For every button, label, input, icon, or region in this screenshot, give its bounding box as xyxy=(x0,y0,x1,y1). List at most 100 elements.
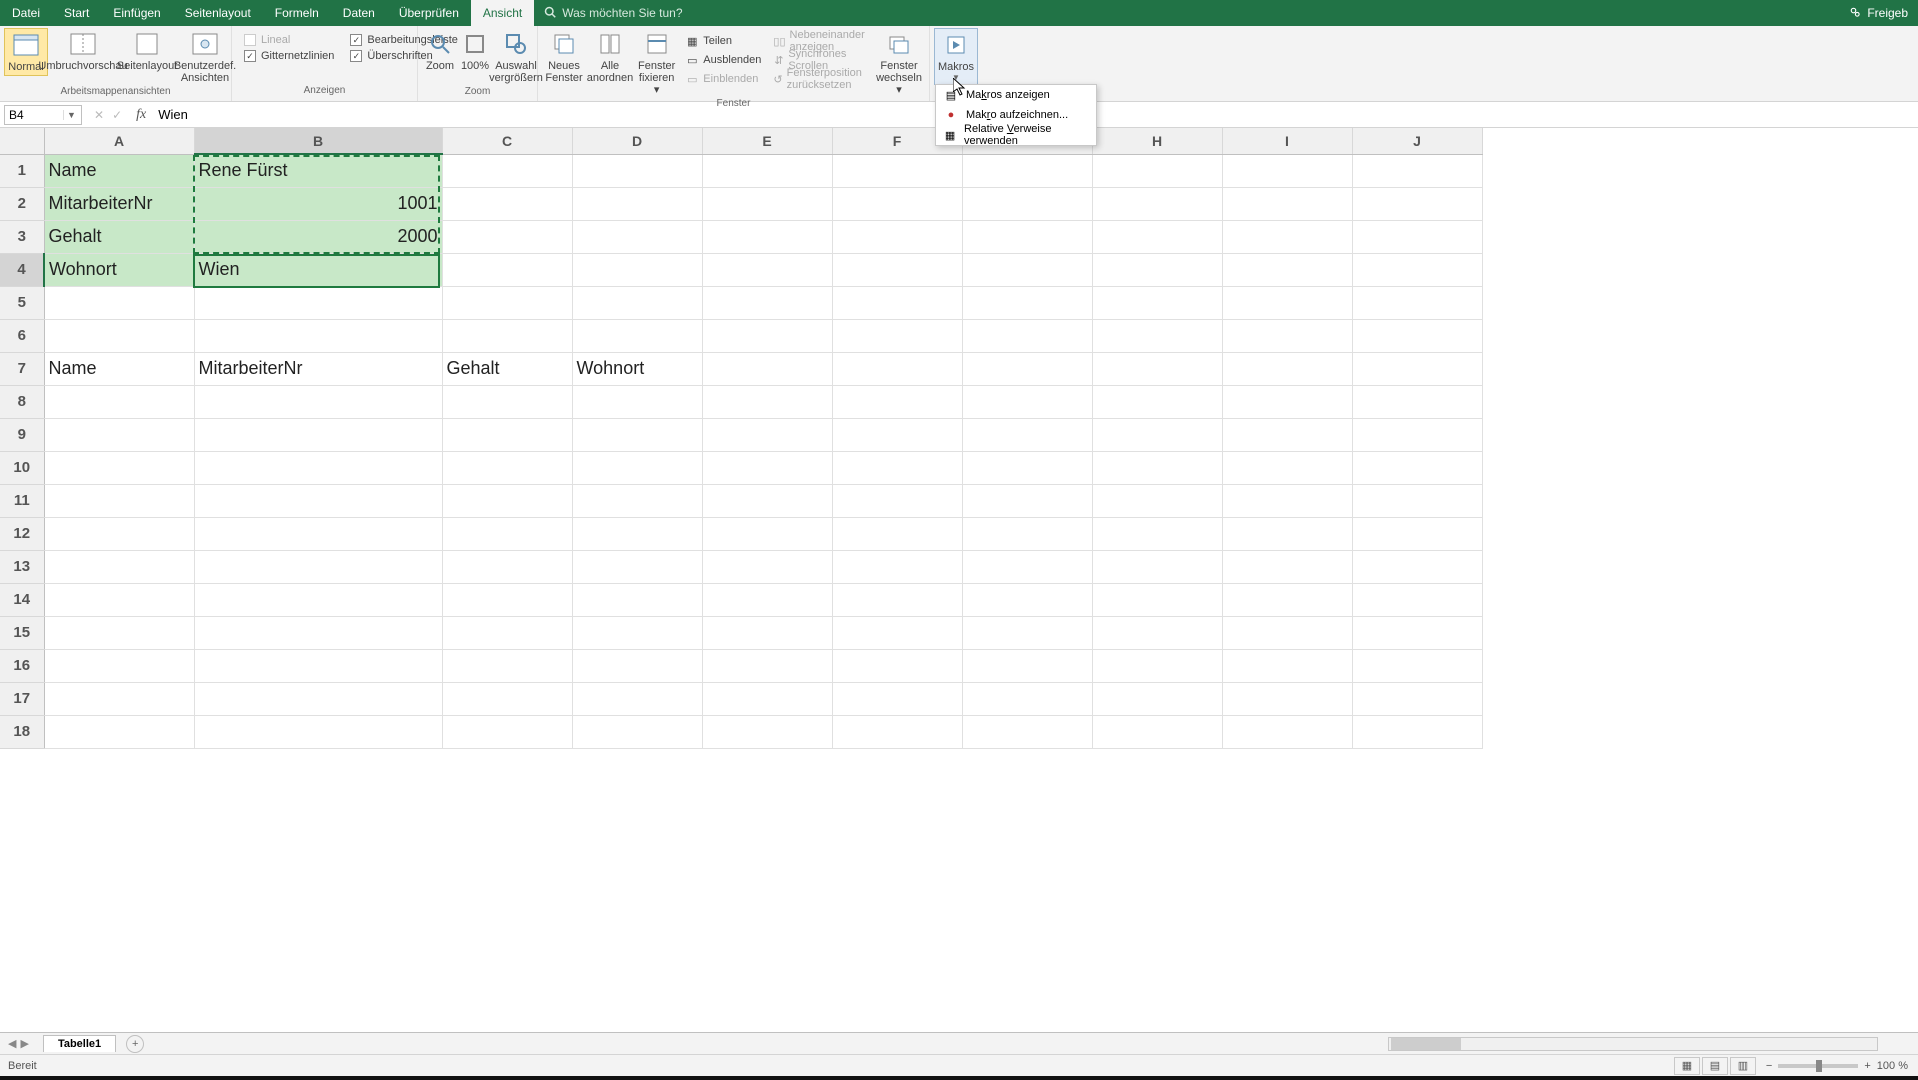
name-box-dropdown[interactable]: ▼ xyxy=(63,110,79,120)
cell-C9[interactable] xyxy=(442,418,572,451)
cell-C11[interactable] xyxy=(442,484,572,517)
cell-I17[interactable] xyxy=(1222,682,1352,715)
custom-views-button[interactable]: Benutzerdef. Ansichten xyxy=(176,28,234,86)
cell-B10[interactable] xyxy=(194,451,442,484)
cell-D8[interactable] xyxy=(572,385,702,418)
cell-E4[interactable] xyxy=(702,253,832,286)
zoom-out-button[interactable]: − xyxy=(1766,1060,1772,1072)
cell-B7[interactable]: MitarbeiterNr xyxy=(194,352,442,385)
row-header-14[interactable]: 14 xyxy=(0,583,44,616)
cell-I15[interactable] xyxy=(1222,616,1352,649)
cell-B1[interactable]: Rene Fürst xyxy=(194,154,442,187)
cell-A8[interactable] xyxy=(44,385,194,418)
cell-C13[interactable] xyxy=(442,550,572,583)
tab-datei[interactable]: Datei xyxy=(0,0,52,26)
scrollbar-track[interactable] xyxy=(1388,1037,1878,1051)
cell-D17[interactable] xyxy=(572,682,702,715)
scrollbar-thumb[interactable] xyxy=(1391,1038,1461,1050)
cell-B18[interactable] xyxy=(194,715,442,748)
cell-F5[interactable] xyxy=(832,286,962,319)
cell-D1[interactable] xyxy=(572,154,702,187)
zoom-button[interactable]: Zoom xyxy=(422,28,458,74)
view-pagelayout-button[interactable]: ▤ xyxy=(1702,1057,1728,1075)
row-header-12[interactable]: 12 xyxy=(0,517,44,550)
cell-H14[interactable] xyxy=(1092,583,1222,616)
cell-E7[interactable] xyxy=(702,352,832,385)
cell-F2[interactable] xyxy=(832,187,962,220)
tab-start[interactable]: Start xyxy=(52,0,101,26)
cell-G18[interactable] xyxy=(962,715,1092,748)
fx-icon[interactable]: fx xyxy=(130,107,152,123)
cell-J3[interactable] xyxy=(1352,220,1482,253)
name-box[interactable]: ▼ xyxy=(4,105,82,125)
cell-I2[interactable] xyxy=(1222,187,1352,220)
row-header-18[interactable]: 18 xyxy=(0,715,44,748)
row-header-2[interactable]: 2 xyxy=(0,187,44,220)
tab-ueberpruefen[interactable]: Überprüfen xyxy=(387,0,471,26)
name-box-input[interactable] xyxy=(5,108,63,122)
cell-E16[interactable] xyxy=(702,649,832,682)
row-header-13[interactable]: 13 xyxy=(0,550,44,583)
cell-I10[interactable] xyxy=(1222,451,1352,484)
gridlines-checkbox[interactable]: ✓Gitternetzlinien xyxy=(244,50,334,62)
cell-H1[interactable] xyxy=(1092,154,1222,187)
cell-I16[interactable] xyxy=(1222,649,1352,682)
cell-H3[interactable] xyxy=(1092,220,1222,253)
col-header-J[interactable]: J xyxy=(1352,128,1482,154)
zoom-selection-button[interactable]: Auswahl vergrößern xyxy=(492,28,540,86)
cell-E5[interactable] xyxy=(702,286,832,319)
cell-G13[interactable] xyxy=(962,550,1092,583)
enter-formula-button[interactable]: ✓ xyxy=(112,108,122,122)
cell-D13[interactable] xyxy=(572,550,702,583)
tell-me-search[interactable]: Was möchten Sie tun? xyxy=(534,6,692,21)
row-header-10[interactable]: 10 xyxy=(0,451,44,484)
cell-H18[interactable] xyxy=(1092,715,1222,748)
cell-E11[interactable] xyxy=(702,484,832,517)
cell-C6[interactable] xyxy=(442,319,572,352)
cell-A6[interactable] xyxy=(44,319,194,352)
page-layout-button[interactable]: Seitenlayout xyxy=(118,28,176,74)
cell-A16[interactable] xyxy=(44,649,194,682)
cell-D4[interactable] xyxy=(572,253,702,286)
cell-C15[interactable] xyxy=(442,616,572,649)
cell-B11[interactable] xyxy=(194,484,442,517)
cell-H13[interactable] xyxy=(1092,550,1222,583)
row-header-5[interactable]: 5 xyxy=(0,286,44,319)
cell-G4[interactable] xyxy=(962,253,1092,286)
cell-H2[interactable] xyxy=(1092,187,1222,220)
cell-G7[interactable] xyxy=(962,352,1092,385)
switch-windows-button[interactable]: Fenster wechseln ▾ xyxy=(873,28,925,98)
cell-J13[interactable] xyxy=(1352,550,1482,583)
cell-D14[interactable] xyxy=(572,583,702,616)
col-header-H[interactable]: H xyxy=(1092,128,1222,154)
cell-I13[interactable] xyxy=(1222,550,1352,583)
cell-D15[interactable] xyxy=(572,616,702,649)
cell-F11[interactable] xyxy=(832,484,962,517)
zoom-percent[interactable]: 100 % xyxy=(1877,1060,1908,1072)
cell-J10[interactable] xyxy=(1352,451,1482,484)
col-header-E[interactable]: E xyxy=(702,128,832,154)
cell-A4[interactable]: Wohnort xyxy=(44,253,194,286)
cell-F15[interactable] xyxy=(832,616,962,649)
cell-G15[interactable] xyxy=(962,616,1092,649)
row-header-4[interactable]: 4 xyxy=(0,253,44,286)
cell-H9[interactable] xyxy=(1092,418,1222,451)
select-all-corner[interactable] xyxy=(0,128,44,154)
cell-F1[interactable] xyxy=(832,154,962,187)
cell-H8[interactable] xyxy=(1092,385,1222,418)
col-header-C[interactable]: C xyxy=(442,128,572,154)
cell-H16[interactable] xyxy=(1092,649,1222,682)
cell-A1[interactable]: Name xyxy=(44,154,194,187)
cell-D5[interactable] xyxy=(572,286,702,319)
cell-H10[interactable] xyxy=(1092,451,1222,484)
cell-D7[interactable]: Wohnort xyxy=(572,352,702,385)
cell-A18[interactable] xyxy=(44,715,194,748)
horizontal-scrollbar[interactable] xyxy=(144,1037,1918,1051)
cell-G5[interactable] xyxy=(962,286,1092,319)
split-button[interactable]: ▦Teilen xyxy=(685,32,761,50)
col-header-B[interactable]: B xyxy=(194,128,442,154)
row-header-3[interactable]: 3 xyxy=(0,220,44,253)
cell-C8[interactable] xyxy=(442,385,572,418)
cell-G8[interactable] xyxy=(962,385,1092,418)
add-sheet-button[interactable]: + xyxy=(126,1035,144,1053)
